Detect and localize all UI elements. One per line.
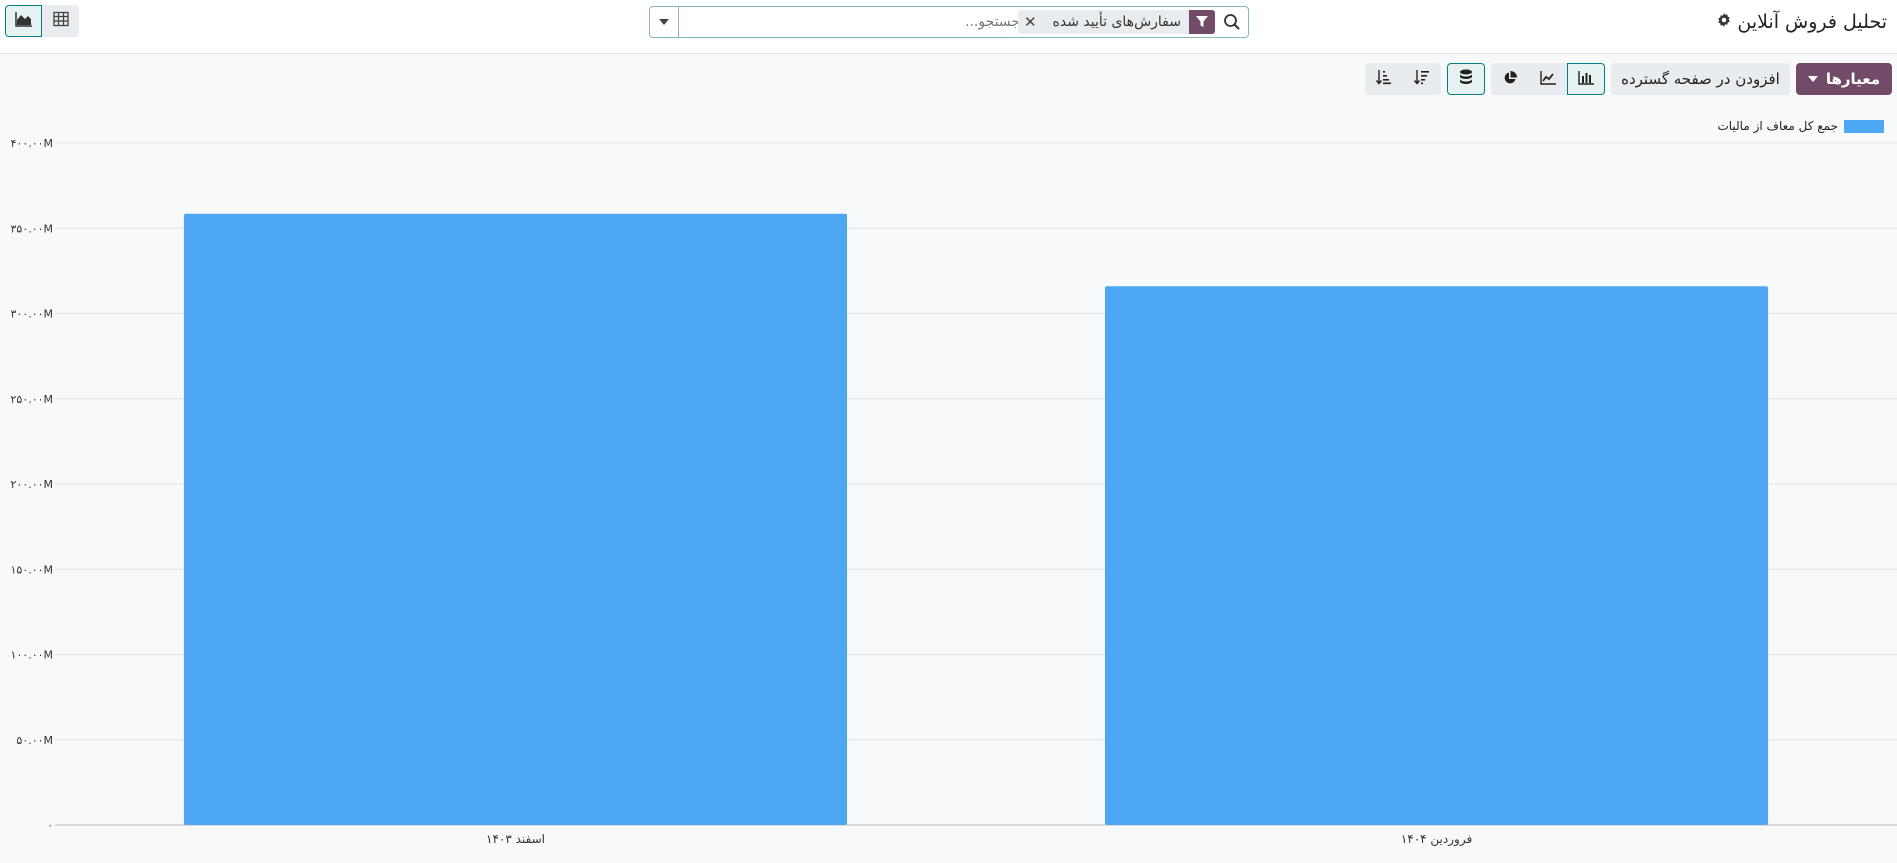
control-panel: تحلیل فروش آنلاین سفارش‌های تأیید شده ✕ [0,0,1897,54]
search-facet-label: سفارش‌های تأیید شده [1052,14,1181,30]
bar-chart: ۰ ۵۰.۰۰M ۱۰۰.۰۰M ۱۵۰.۰۰M ۲۰۰.۰۰M ۲۵۰.۰۰M ۳۰۰.۰… [10,137,1897,847]
line-chart-button[interactable] [1529,63,1568,95]
graph-toolbar: معیارها افزودن در صفحه گسترده [1365,63,1892,95]
measures-label: معیارها [1825,70,1880,88]
search-options-toggle[interactable] [650,7,679,37]
sort-group [1365,63,1442,95]
y-tick-label: ۰ [47,819,53,832]
close-icon[interactable]: ✕ [1018,13,1045,31]
y-tick-label: ۳۵۰.۰۰M [10,222,53,235]
y-tick-label: ۲۰۰.۰۰M [10,478,53,491]
bar[interactable] [183,213,848,825]
y-tick-label: ۲۵۰.۰۰M [10,393,53,406]
table-icon [52,11,69,31]
pie-chart-icon [1503,70,1518,89]
sort-descending-icon [1414,69,1430,89]
bar-chart-icon [1578,70,1595,89]
x-tick-label: فروردین ۱۴۰۴ [1401,832,1472,847]
page-title-text: تحلیل فروش آنلاین [1737,11,1887,33]
y-tick-label: ۴۰۰.۰۰M [10,137,53,150]
pivot-view-button[interactable] [42,5,79,37]
chevron-down-icon [1807,76,1818,82]
search-input[interactable] [684,10,1024,34]
y-tick-label: ۵۰.۰۰M [16,734,53,747]
y-tick-label: ۱۵۰.۰۰M [10,563,53,576]
measures-button[interactable]: معیارها [1795,63,1892,95]
stacked-toggle-button[interactable] [1447,63,1486,95]
sort-ascending-button[interactable] [1365,63,1404,95]
search-icon[interactable] [1222,12,1242,32]
y-tick-label: ۱۰۰.۰۰M [10,649,53,662]
gear-icon[interactable] [1717,13,1731,31]
bar-chart-button[interactable] [1567,63,1606,95]
sort-descending-button[interactable] [1403,63,1442,95]
page-title: تحلیل فروش آنلاین [1717,11,1887,33]
line-chart-icon [1540,70,1557,89]
chart-type-group [1491,63,1606,95]
sort-ascending-icon [1376,69,1392,89]
bar[interactable] [1104,286,1769,826]
view-switcher [5,5,79,37]
filter-icon [1189,10,1215,34]
chevron-down-icon [659,19,669,25]
y-tick-label: ۳۰۰.۰۰M [10,308,53,321]
insert-label: افزودن در صفحه گسترده [1621,70,1780,88]
search-facet: سفارش‌های تأیید شده ✕ [1017,10,1215,34]
pie-chart-button[interactable] [1491,63,1530,95]
x-tick-label: اسفند ۱۴۰۳ [486,832,545,846]
search-bar: سفارش‌های تأیید شده ✕ [649,6,1249,38]
database-icon [1459,69,1473,89]
graph-view-button[interactable] [5,5,42,37]
insert-in-spreadsheet-button[interactable]: افزودن در صفحه گسترده [1611,63,1790,95]
area-chart-icon [14,11,33,31]
